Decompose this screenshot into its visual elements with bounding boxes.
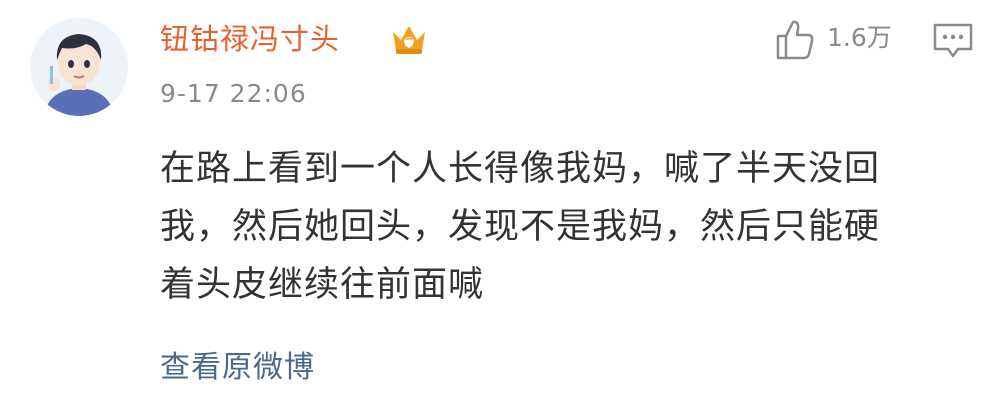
- like-count: 1.6万: [827, 23, 892, 52]
- like-button[interactable]: 1.6万: [775, 16, 909, 62]
- reply-button[interactable]: [932, 22, 974, 60]
- comment-text-line: 着头皮继续往前面喊: [160, 265, 485, 305]
- cartoon-boy-avatar-icon: [30, 18, 128, 116]
- comment-text-line: 在路上看到一个人长得像我妈，喊了半天没回: [160, 149, 881, 189]
- comment-text-line: 我，然后她回头，发现不是我妈，然后只能硬: [160, 207, 881, 247]
- view-original-link[interactable]: 查看原微博: [160, 346, 315, 390]
- crown-badge-icon: [393, 26, 425, 54]
- comment-text: 在路上看到一个人长得像我妈，喊了半天没回 我，然后她回头，发现不是我妈，然后只能…: [160, 140, 960, 314]
- username[interactable]: 钮钴禄冯寸头: [160, 18, 340, 60]
- avatar[interactable]: [30, 18, 128, 116]
- timestamp: 9-17 22:06: [160, 79, 307, 108]
- thumbs-up-icon: [776, 20, 814, 60]
- comment-bubble-icon: [933, 23, 973, 58]
